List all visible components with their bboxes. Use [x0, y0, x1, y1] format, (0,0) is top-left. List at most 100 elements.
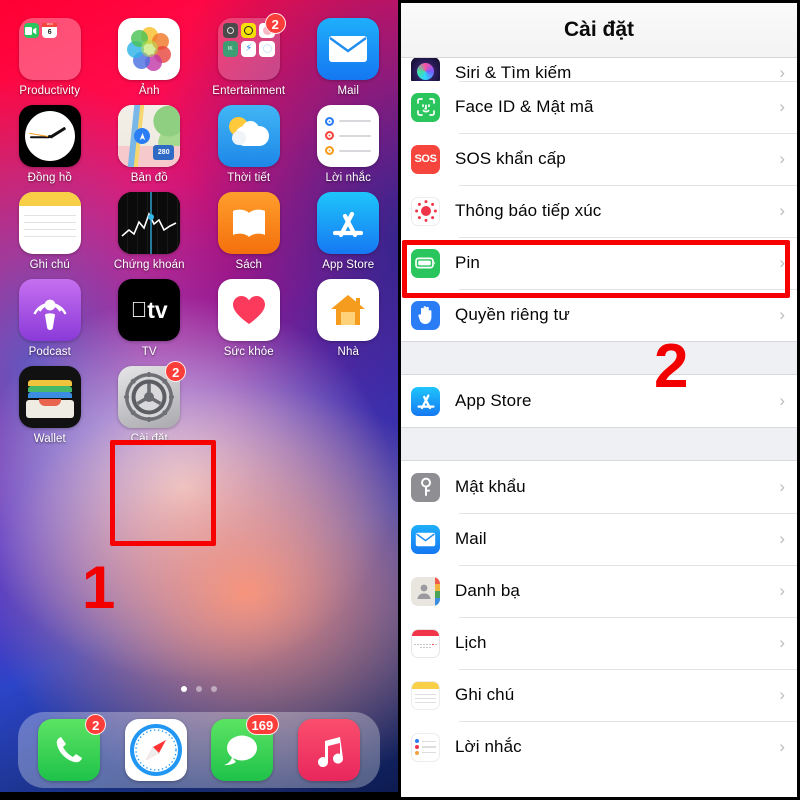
app-icon-mail[interactable]: Mail [299, 18, 399, 97]
step-number-2: 2 [654, 332, 689, 401]
notification-badge: 2 [85, 714, 107, 735]
green-mini-icon: IK [222, 41, 239, 57]
bolt-mini-icon: ⚡ [241, 41, 257, 57]
app-label: Podcast [28, 346, 71, 358]
icon-wrap: 280 [118, 105, 181, 167]
passwords-key-icon [411, 472, 440, 502]
page-dot[interactable] [181, 686, 187, 692]
books-icon [217, 192, 280, 254]
icon-wrap [18, 105, 81, 167]
dock-item-messages[interactable]: 169 [211, 714, 280, 781]
settings-row-passwords[interactable]: Mật khẩu › [401, 461, 797, 513]
settings-row-notes[interactable]: Ghi chú › [401, 669, 797, 721]
settings-row-label: Lịch [455, 633, 487, 652]
icon-wrap [317, 105, 380, 167]
chevron-right-icon: › [779, 201, 785, 220]
chevron-right-icon: › [779, 529, 785, 548]
chevron-right-icon: › [779, 685, 785, 704]
maps-icon: 280 [118, 105, 181, 167]
tv-label: tv [139, 296, 167, 323]
settings-row-exposure[interactable]: Thông báo tiếp xúc › [401, 185, 797, 237]
icon-wrap: MON 6 [18, 18, 81, 80]
app-icon-ban-do[interactable]: 280 Bản đồ [100, 105, 200, 184]
app-label: Sách [235, 259, 263, 271]
dock-item-safari[interactable] [124, 719, 187, 781]
icon-wrap: tv [118, 279, 181, 341]
settings-row-calendar[interactable]: Lịch › [401, 617, 797, 669]
app-icon-suc-khoe[interactable]: Sức khỏe [199, 279, 299, 358]
mail-icon [317, 18, 380, 80]
app-store-icon [317, 192, 380, 254]
camera-mini-icon [222, 23, 239, 39]
chevron-right-icon: › [779, 97, 785, 116]
facetime-mini-icon [23, 23, 40, 39]
app-icon-app-store[interactable]: App Store [299, 192, 399, 271]
app-icon-nha[interactable]: Nhà [299, 279, 399, 358]
app-label: Ảnh [138, 85, 160, 97]
app-icon-thoi-tiet[interactable]: Thời tiết [199, 105, 299, 184]
settings-navbar: Cài đặt [401, 3, 797, 58]
app-icon-podcast[interactable]: Podcast [0, 279, 100, 358]
settings-row-reminders[interactable]: Lời nhắc › [401, 721, 797, 773]
settings-row-sos[interactable]: SOS SOS khẩn cấp › [401, 133, 797, 185]
settings-row-siri[interactable]: Siri & Tìm kiếm › [401, 58, 797, 81]
icon-wrap [18, 192, 81, 254]
app-label: Mail [337, 85, 359, 97]
face-id-icon [411, 92, 440, 122]
chevron-right-icon: › [779, 581, 785, 600]
highlight-box-pin-row [402, 240, 790, 298]
chevron-right-icon: › [779, 737, 785, 756]
settings-row-app-store[interactable]: App Store › [401, 375, 797, 427]
stocks-icon [118, 192, 181, 254]
siri-icon [411, 58, 440, 81]
dock-item-music[interactable] [297, 719, 360, 781]
app-label: Productivity [19, 85, 81, 97]
settings-row-label: App Store [455, 391, 532, 410]
dock: 2 169 [18, 712, 380, 788]
app-icon-tv[interactable]: tv TV [100, 279, 200, 358]
settings-row-face-id[interactable]: Face ID & Mật mã › [401, 81, 797, 133]
clock-icon [18, 105, 81, 167]
icon-wrap [18, 279, 81, 341]
settings-row-label: Lời nhắc [455, 737, 522, 756]
app-label: Nhà [337, 346, 359, 358]
app-icon-loi-nhac[interactable]: Lời nhắc [299, 105, 399, 184]
app-label: Ghi chú [29, 259, 70, 271]
app-icon-ghi-chu[interactable]: Ghi chú [0, 192, 100, 271]
privacy-hand-icon [411, 300, 440, 330]
app-icon-sach[interactable]: Sách [199, 192, 299, 271]
chevron-right-icon: › [779, 477, 785, 496]
app-label: Đồng hồ [27, 172, 72, 184]
app-label: Thời tiết [227, 172, 271, 184]
page-dots [0, 686, 398, 692]
page-dot[interactable] [211, 686, 217, 692]
settings-row-label: Mật khẩu [455, 477, 526, 496]
page-dot[interactable] [196, 686, 202, 692]
app-icon-cai-dat[interactable]: 2 Cài đặt [100, 361, 200, 445]
settings-row-label: Quyền riêng tư [455, 305, 570, 324]
app-grid: MON 6 Productivity Ảnh IK ⚡ 2 Entertainm… [0, 13, 399, 445]
chevron-right-icon: › [779, 149, 785, 168]
health-icon [217, 279, 280, 341]
notification-badge: 2 [165, 361, 187, 382]
app-icon-dong-ho[interactable]: Đồng hồ [0, 105, 100, 184]
app-icon-chung-khoan[interactable]: Chứng khoán [100, 192, 200, 271]
settings-row-contacts[interactable]: Danh bạ › [401, 565, 797, 617]
app-label: Chứng khoán [113, 259, 185, 271]
app-icon-productivity[interactable]: MON 6 Productivity [0, 18, 100, 97]
app-icon-entertainment[interactable]: IK ⚡ 2 Entertainment [199, 13, 299, 97]
icon-wrap [317, 18, 380, 80]
dock-item-phone[interactable]: 2 [38, 714, 107, 781]
app-icon-wallet[interactable]: Wallet [0, 366, 100, 445]
home-app-icon [317, 279, 380, 341]
app-icon-anh[interactable]: Ảnh [100, 18, 200, 97]
chevron-right-icon: › [779, 633, 785, 652]
settings-row-label: Mail [455, 529, 487, 548]
settings-row-mail[interactable]: Mail › [401, 513, 797, 565]
section-gap [401, 427, 797, 461]
settings-row-label: Ghi chú [455, 685, 515, 704]
settings-list: Siri & Tìm kiếm › Face ID & Mật mã › SOS… [401, 58, 797, 773]
podcasts-icon [18, 279, 81, 341]
app-label: Bản đồ [130, 172, 168, 184]
settings-row-label: Thông báo tiếp xúc [455, 201, 602, 220]
